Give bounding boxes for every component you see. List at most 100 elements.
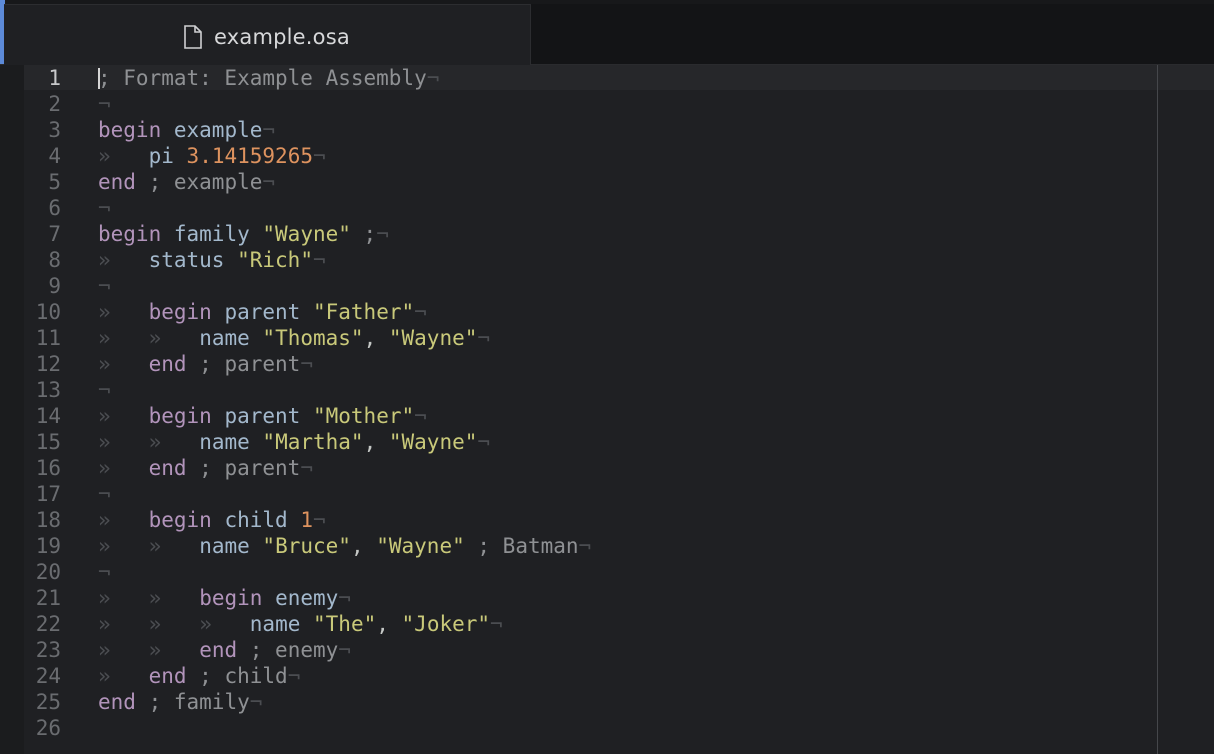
line-content: » begin parent "Mother"¬ — [98, 403, 427, 429]
token-string: "The" — [313, 612, 377, 636]
code-line[interactable]: 25 end ; family¬ — [0, 689, 1214, 715]
token-number: 3.14159265 — [186, 144, 313, 168]
line-number: 17 — [35, 482, 61, 506]
token-punct — [300, 612, 313, 636]
code-editor[interactable]: 1 ; Format: Example Assembly¬ 2 ¬ 3 begin exa… — [0, 65, 1214, 754]
tab-marker: » — [148, 430, 162, 454]
code-line[interactable]: 4 » pi 3.14159265¬ — [0, 143, 1214, 169]
eol-marker: ¬ — [312, 248, 326, 272]
token-string: "Wayne" — [376, 534, 465, 558]
code-line[interactable]: 9 ¬ — [0, 273, 1214, 299]
code-line[interactable]: 22 » » » name "The", "Joker"¬ — [0, 611, 1214, 637]
eol-marker: ¬ — [477, 326, 491, 350]
line-content: » » end ; enemy¬ — [98, 637, 351, 663]
token-string: "Father" — [312, 300, 415, 324]
code-line[interactable]: 24 » end ; child¬ — [0, 663, 1214, 689]
eol-marker: ¬ — [287, 664, 301, 688]
eol-marker: ¬ — [376, 222, 389, 246]
token-ident: family — [173, 222, 250, 246]
code-line[interactable]: 2 ¬ — [0, 91, 1214, 117]
tab-example-osa[interactable]: example.osa — [4, 4, 531, 65]
line-number: 12 — [35, 352, 61, 376]
line-number: 23 — [35, 638, 61, 662]
tab-marker: » — [98, 456, 111, 480]
code-line[interactable]: 17 ¬ — [0, 481, 1214, 507]
line-number: 15 — [35, 430, 61, 454]
code-line[interactable]: 12 » end ; parent¬ — [0, 351, 1214, 377]
line-content: » » name "Thomas", "Wayne"¬ — [98, 325, 490, 351]
code-line[interactable]: 1 ; Format: Example Assembly¬ — [0, 65, 1214, 91]
eol-marker: ¬ — [578, 534, 592, 558]
code-line[interactable]: 8 » status "Rich"¬ — [0, 247, 1214, 273]
code-line[interactable]: 13 ¬ — [0, 377, 1214, 403]
tab-marker: » — [98, 326, 111, 350]
eol-marker: ¬ — [414, 300, 427, 324]
tab-marker: » — [148, 586, 162, 610]
token-punct — [161, 222, 174, 246]
tab-bar-empty-area[interactable] — [531, 4, 1214, 64]
tab-marker: » — [98, 248, 111, 272]
line-content: » » name "Martha", "Wayne"¬ — [98, 429, 490, 455]
eol-marker: ¬ — [262, 118, 276, 142]
token-ident: parent — [224, 300, 301, 324]
tab-marker: » — [98, 404, 111, 428]
code-line[interactable]: 5 end ; example¬ — [0, 169, 1214, 195]
token-punct — [250, 534, 263, 558]
token-number: 1 — [300, 508, 313, 532]
token-ident: name — [249, 612, 301, 636]
token-ident: name — [199, 430, 250, 454]
token-ident: name — [199, 326, 250, 350]
tab-content: example.osa — [182, 21, 350, 53]
code-line[interactable]: 14 » begin parent "Mother"¬ — [0, 403, 1214, 429]
token-string: "Mother" — [312, 404, 415, 428]
line-number: 18 — [35, 508, 61, 532]
code-line[interactable]: 6 ¬ — [0, 195, 1214, 221]
code-line[interactable]: 10 » begin parent "Father"¬ — [0, 299, 1214, 325]
token-string: "Martha" — [262, 430, 364, 454]
code-line[interactable]: 15 » » name "Martha", "Wayne"¬ — [0, 429, 1214, 455]
token-punct — [300, 404, 313, 428]
line-number: 10 — [35, 300, 61, 324]
token-punct — [288, 508, 301, 532]
line-content: ; Format: Example Assembly¬ — [98, 65, 439, 91]
tab-marker: » — [98, 664, 111, 688]
line-number: 13 — [35, 378, 61, 402]
token-comment: ; child — [186, 664, 288, 688]
token-ident: example — [173, 118, 263, 142]
line-number: 21 — [35, 586, 61, 610]
token-punct — [262, 586, 275, 610]
line-number: 4 — [48, 144, 61, 168]
token-string: "Bruce" — [262, 534, 351, 558]
code-line[interactable]: 19 » » name "Bruce", "Wayne" ; Batman¬ — [0, 533, 1214, 559]
tab-marker: » — [98, 612, 111, 636]
token-ident: status — [148, 248, 225, 272]
token-punct — [250, 326, 263, 350]
token-keyword: begin — [199, 586, 263, 610]
code-line[interactable]: 16 » end ; parent¬ — [0, 455, 1214, 481]
token-ident: enemy — [275, 586, 339, 610]
line-content: ¬ — [98, 377, 111, 403]
tab-marker: » — [199, 612, 212, 636]
token-comment: ; — [350, 222, 377, 246]
code-line[interactable]: 3 begin example¬ — [0, 117, 1214, 143]
tab-marker: » — [98, 300, 111, 324]
tab-marker: » — [98, 638, 111, 662]
code-line[interactable]: 7 begin family "Wayne" ;¬ — [0, 221, 1214, 247]
code-line[interactable]: 23 » » end ; enemy¬ — [0, 637, 1214, 663]
eol-marker: ¬ — [98, 196, 111, 220]
tab-marker: » — [148, 612, 162, 636]
token-punct: , — [363, 326, 389, 350]
code-line[interactable]: 26 — [0, 715, 1214, 741]
eol-marker: ¬ — [98, 92, 111, 116]
code-lines[interactable]: 1 ; Format: Example Assembly¬ 2 ¬ 3 begin exa… — [0, 65, 1214, 741]
token-ident: child — [224, 508, 288, 532]
token-string: "Wayne" — [388, 430, 478, 454]
code-line[interactable]: 11 » » name "Thomas", "Wayne"¬ — [0, 325, 1214, 351]
code-line[interactable]: 21 » » begin enemy¬ — [0, 585, 1214, 611]
token-keyword: end — [98, 170, 136, 194]
code-line[interactable]: 20 ¬ — [0, 559, 1214, 585]
line-number: 1 — [48, 66, 61, 90]
line-number: 5 — [48, 170, 61, 194]
line-number: 20 — [35, 560, 61, 584]
code-line[interactable]: 18 » begin child 1¬ — [0, 507, 1214, 533]
